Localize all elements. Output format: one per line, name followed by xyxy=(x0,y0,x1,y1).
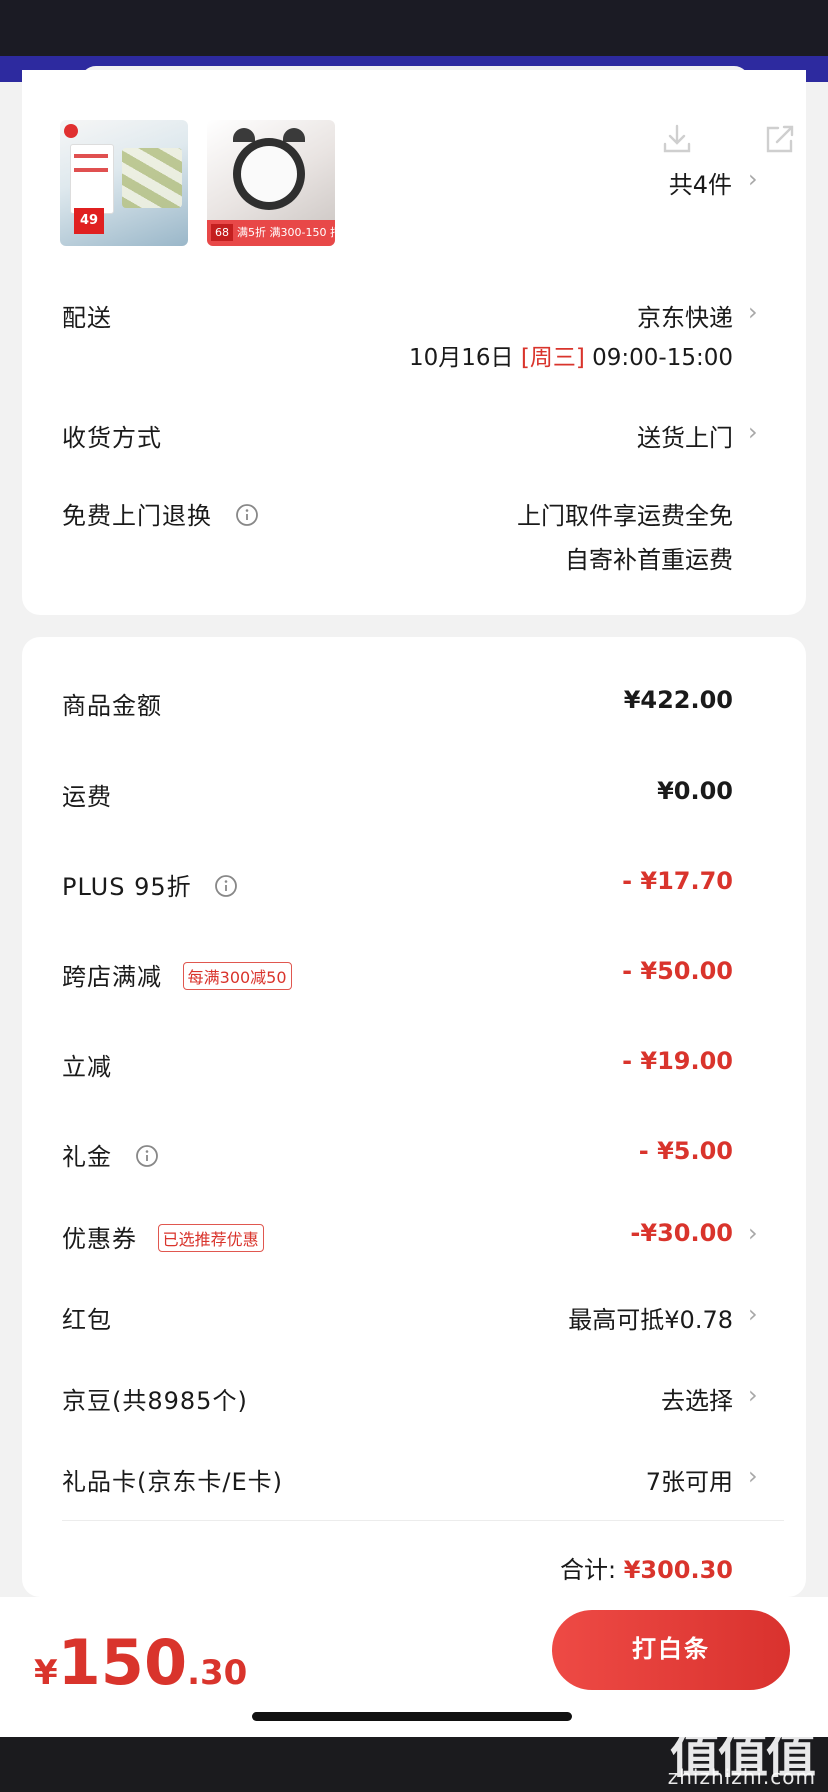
total-label: 合计: xyxy=(559,1556,617,1584)
coupon-label: 优惠券 xyxy=(62,1225,137,1253)
watermark-site: zhizhizhi.com xyxy=(667,1765,816,1789)
total-value: ¥300.30 xyxy=(623,1556,733,1584)
product-promo-tag: 68满5折 满300-150 打折 xyxy=(207,220,335,246)
receive-method-value: 送货上门 xyxy=(637,424,733,452)
shipping-label: 运费 xyxy=(62,783,112,811)
instant-discount-label: 立减 xyxy=(62,1053,112,1081)
product-thumbnail-2[interactable]: 68满5折 满300-150 打折 xyxy=(207,120,335,246)
delivery-date: 10月16日 xyxy=(409,345,514,371)
delivery-carrier: 京东快递 xyxy=(637,304,733,332)
pay-amount: ¥150.30 xyxy=(34,1626,248,1699)
cross-store-label: 跨店满减 xyxy=(62,963,162,991)
chevron-right-icon xyxy=(748,418,760,446)
delivery-time: 09:00-15:00 xyxy=(592,345,733,371)
clock-bell-right xyxy=(283,128,305,142)
info-icon[interactable] xyxy=(235,503,259,527)
free-return-line2: 自寄补首重运费 xyxy=(565,546,733,574)
chevron-right-icon xyxy=(748,1462,760,1490)
delivery-label: 配送 xyxy=(62,304,112,332)
product-stack-image xyxy=(122,148,182,208)
pay-baitiao-button[interactable]: 打白条 xyxy=(552,1610,790,1690)
receive-method-label: 收货方式 xyxy=(62,424,162,452)
product-badge-price: 49 xyxy=(74,208,104,234)
brand-logo xyxy=(64,124,78,138)
gift-card-value: 7张可用 xyxy=(645,1468,733,1496)
chevron-right-icon xyxy=(748,1300,760,1328)
goods-amount-value: ¥422.00 xyxy=(623,686,733,714)
free-return-line1: 上门取件享运费全免 xyxy=(517,502,733,530)
cross-store-tag: 每满300减50 xyxy=(182,962,292,990)
red-packet-value: 最高可抵¥0.78 xyxy=(568,1306,733,1334)
shipping-value: ¥0.00 xyxy=(657,777,733,805)
download-icon[interactable] xyxy=(660,122,694,156)
chevron-right-icon xyxy=(748,298,760,326)
coupon-tag: 已选推荐优惠 xyxy=(157,1224,264,1252)
jd-beans-label: 京豆(共8985个) xyxy=(62,1387,248,1415)
chevron-right-icon xyxy=(748,165,760,193)
coupon-value: -¥30.00 xyxy=(630,1219,733,1247)
info-icon[interactable] xyxy=(214,874,238,898)
free-return-label: 免费上门退换 xyxy=(62,502,212,530)
item-count: 共4件 xyxy=(668,171,732,199)
gift-card-label: 礼品卡(京东卡/E卡) xyxy=(62,1468,283,1496)
goods-amount-label: 商品金额 xyxy=(62,692,162,720)
plus-discount-label: PLUS 95折 xyxy=(62,873,192,901)
instant-discount-value: - ¥19.00 xyxy=(622,1047,733,1075)
clock-face xyxy=(241,146,297,202)
cross-store-value: - ¥50.00 xyxy=(622,957,733,985)
share-icon[interactable] xyxy=(763,122,797,156)
red-packet-label: 红包 xyxy=(62,1306,112,1334)
chevron-right-icon xyxy=(748,1219,760,1247)
status-bar xyxy=(0,0,828,56)
info-icon[interactable] xyxy=(135,1144,159,1168)
clock-bell-left xyxy=(233,128,255,142)
plus-discount-value: - ¥17.70 xyxy=(622,867,733,895)
product-thumbnail-1[interactable]: 49 xyxy=(60,120,188,246)
gift-money-value: - ¥5.00 xyxy=(638,1137,733,1165)
divider xyxy=(62,1520,784,1521)
gift-money-label: 礼金 xyxy=(62,1143,112,1171)
jd-beans-value: 去选择 xyxy=(661,1387,733,1415)
delivery-weekday: [周三] xyxy=(520,345,585,371)
home-indicator xyxy=(252,1712,572,1721)
chevron-right-icon xyxy=(748,1381,760,1409)
